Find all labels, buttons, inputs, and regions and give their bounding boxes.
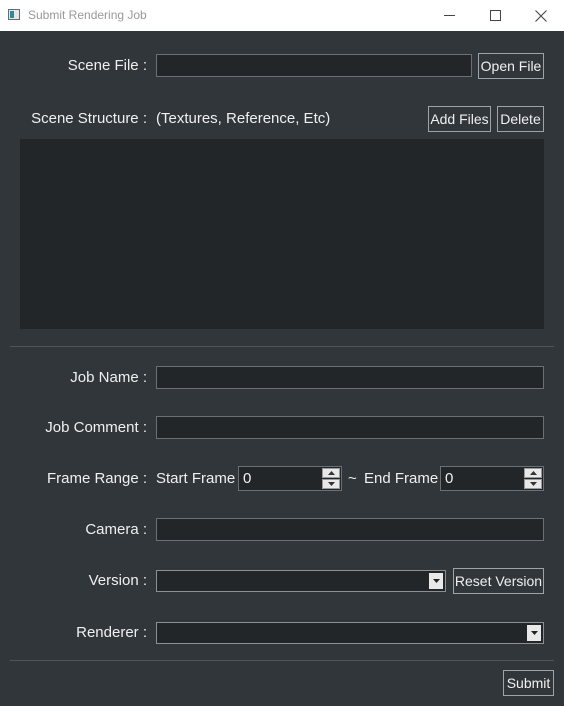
delete-button[interactable]: Delete bbox=[497, 106, 544, 132]
start-frame-spinbox[interactable]: 0 bbox=[238, 466, 342, 491]
end-frame-label: End Frame bbox=[364, 470, 439, 487]
scene-structure-hint: (Textures, Reference, Etc) bbox=[156, 110, 331, 127]
scene-file-input[interactable] bbox=[156, 54, 472, 77]
frame-range-separator: ~ bbox=[348, 470, 357, 487]
arrow-up-icon bbox=[327, 471, 335, 475]
job-comment-input[interactable] bbox=[156, 416, 544, 439]
job-name-label: Job Name : bbox=[70, 369, 147, 386]
section-divider bbox=[10, 346, 554, 347]
start-frame-increment[interactable] bbox=[322, 468, 340, 478]
maximize-icon bbox=[489, 10, 501, 21]
title-bar: Submit Rendering Job bbox=[0, 0, 564, 31]
open-file-button[interactable]: Open File bbox=[478, 53, 544, 79]
start-frame-label: Start Frame bbox=[156, 470, 236, 487]
renderer-label: Renderer : bbox=[76, 624, 147, 641]
minimize-icon bbox=[443, 14, 455, 16]
window-title: Submit Rendering Job bbox=[28, 8, 147, 22]
version-dropdown-arrow[interactable] bbox=[429, 573, 443, 589]
end-frame-decrement[interactable] bbox=[524, 479, 542, 489]
job-comment-label: Job Comment : bbox=[45, 419, 147, 436]
renderer-dropdown[interactable] bbox=[156, 622, 544, 644]
chevron-down-icon bbox=[530, 631, 538, 635]
camera-input[interactable] bbox=[156, 518, 544, 541]
minimize-button[interactable] bbox=[426, 0, 472, 31]
scene-file-label: Scene File : bbox=[67, 57, 147, 74]
end-frame-value: 0 bbox=[445, 470, 454, 487]
maximize-button[interactable] bbox=[472, 0, 518, 31]
arrow-down-icon bbox=[327, 482, 335, 486]
reset-version-button[interactable]: Reset Version bbox=[453, 568, 544, 594]
close-icon bbox=[535, 9, 547, 22]
frame-range-label: Frame Range : bbox=[46, 470, 147, 487]
scene-structure-label: Scene Structure : bbox=[31, 110, 147, 127]
app-icon bbox=[8, 9, 20, 20]
submit-button[interactable]: Submit bbox=[503, 670, 554, 696]
start-frame-value: 0 bbox=[243, 470, 252, 487]
end-frame-spinbox[interactable]: 0 bbox=[440, 466, 544, 491]
arrow-up-icon bbox=[529, 471, 537, 475]
close-button[interactable] bbox=[518, 0, 564, 31]
version-dropdown[interactable] bbox=[156, 570, 446, 592]
job-name-input[interactable] bbox=[156, 366, 544, 389]
camera-label: Camera : bbox=[85, 521, 147, 538]
footer-divider bbox=[10, 660, 554, 661]
version-label: Version : bbox=[88, 572, 147, 589]
arrow-down-icon bbox=[529, 482, 537, 486]
end-frame-increment[interactable] bbox=[524, 468, 542, 478]
add-files-button[interactable]: Add Files bbox=[428, 106, 491, 132]
renderer-dropdown-arrow[interactable] bbox=[527, 625, 541, 641]
start-frame-decrement[interactable] bbox=[322, 479, 340, 489]
scene-structure-list[interactable] bbox=[20, 139, 544, 329]
chevron-down-icon bbox=[432, 579, 440, 583]
